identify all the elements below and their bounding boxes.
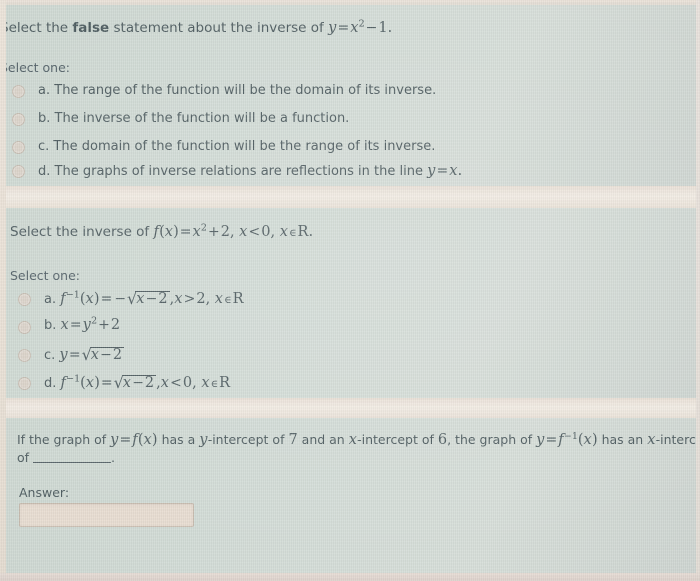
question-block-3: If the graph of y=f(x) has a y-intercept…: [0, 418, 700, 573]
question-2-option-d[interactable]: d. f−1(x)=√x−2 ,x<0, x∈R: [44, 373, 230, 392]
question-3-answer-label: Answer:: [19, 485, 70, 500]
question-2-stem-prefix: Select the inverse of: [10, 224, 154, 240]
quiz-screenshot: Select the false statement about the inv…: [0, 0, 700, 581]
question-3-y-intercept-value: 7: [288, 432, 298, 448]
question-2-option-d-letter: d.: [44, 376, 57, 391]
question-1-stem-suffix: statement about the inverse of: [109, 20, 329, 36]
question-block-2: Select the inverse of f(x)=x2+2, x<0, x∈…: [0, 208, 700, 398]
screen-top-edge: [0, 0, 700, 5]
question-2-option-c-letter: c.: [44, 348, 56, 363]
block-gap-2: [0, 398, 700, 418]
question-2-option-a-letter: a.: [44, 292, 57, 307]
question-1-option-d-letter: d.: [38, 164, 51, 179]
question-1-option-a[interactable]: a. The range of the function will be the…: [38, 83, 436, 98]
question-2-stem-formula: f(x)=x2+2, x<0, x∈R.: [153, 222, 314, 240]
question-1-option-d-text: The graphs of inverse relations are refl…: [54, 163, 463, 179]
screen-left-edge: [0, 0, 6, 581]
question-2-radio-c[interactable]: [18, 349, 31, 362]
block-gap-1: [0, 186, 700, 208]
question-2-radio-a[interactable]: [18, 293, 31, 306]
screen-bottom-edge: [0, 573, 700, 581]
question-2-option-d-text: f−1(x)=√x−2 ,x<0, x∈R: [60, 373, 231, 392]
question-2-option-b-letter: b.: [44, 318, 57, 333]
question-2-option-b-text: x=y2+2: [60, 315, 121, 333]
question-2-option-a[interactable]: a. f−1(x)= −√x−2 ,x>2, x∈R: [44, 289, 244, 308]
question-1-stem-formula: y=x2−1.: [328, 18, 393, 36]
question-2-radio-d[interactable]: [18, 377, 31, 390]
question-1-option-a-text: The range of the function will be the do…: [54, 83, 437, 98]
question-1-option-b[interactable]: b. The inverse of the function will be a…: [38, 111, 349, 126]
question-1-select-one-label: Select one:: [0, 60, 71, 75]
question-2-radio-b[interactable]: [18, 321, 31, 334]
question-3-x-intercept-value: 6: [437, 432, 448, 448]
question-2-select-one-label: Select one:: [10, 268, 81, 283]
question-block-1: Select the false statement about the inv…: [0, 5, 700, 186]
question-1-stem-prefix: Select the: [0, 20, 73, 36]
question-1-option-c[interactable]: c. The domain of the function will be th…: [38, 139, 435, 154]
question-1-option-c-text: The domain of the function will be the r…: [53, 139, 436, 154]
question-3-blank: [33, 451, 112, 463]
question-3-stem-line1: If the graph of y=f(x) has a y-intercept…: [17, 430, 700, 448]
question-1-option-b-text: The inverse of the function will be a fu…: [54, 111, 350, 126]
question-2-stem: Select the inverse of f(x)=x2+2, x<0, x∈…: [10, 223, 313, 243]
question-1-option-d[interactable]: d. The graphs of inverse relations are r…: [38, 163, 462, 179]
question-1-option-a-letter: a.: [38, 83, 51, 98]
question-2-option-c[interactable]: c. y=√x−2: [44, 345, 125, 364]
question-1-option-c-letter: c.: [38, 139, 50, 154]
question-1-radio-c[interactable]: [12, 141, 25, 154]
screen-right-edge: [696, 0, 700, 581]
question-3-answer-input[interactable]: [19, 503, 194, 527]
question-3-stem-line2: of .: [17, 450, 116, 465]
question-2-option-b[interactable]: b. x=y2+2: [44, 315, 121, 333]
question-1-radio-b[interactable]: [12, 113, 25, 126]
question-1-radio-a[interactable]: [12, 85, 25, 98]
question-1-stem-bold: false: [72, 20, 110, 36]
question-1-radio-d[interactable]: [12, 165, 25, 178]
question-2-option-c-text: y=√x−2: [59, 345, 125, 364]
question-1-option-b-letter: b.: [38, 111, 51, 126]
question-1-stem: Select the false statement about the inv…: [0, 19, 392, 37]
question-2-option-a-text: f−1(x)= −√x−2 ,x>2, x∈R: [60, 289, 244, 308]
